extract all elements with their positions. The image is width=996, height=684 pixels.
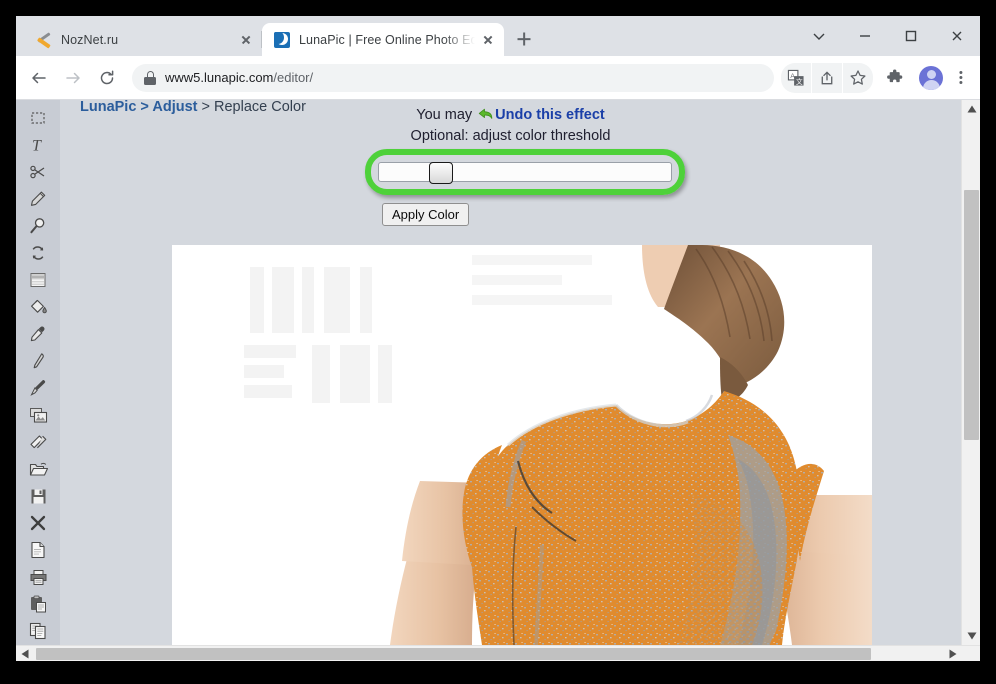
window-controls — [796, 16, 980, 56]
tab-title: NozNet.ru — [61, 32, 119, 47]
browser-toolbar: www5.lunapic.com/editor/ A 文 — [16, 56, 980, 100]
image-canvas[interactable] — [172, 245, 872, 645]
scroll-left-button[interactable] — [16, 646, 33, 661]
maximize-icon[interactable] — [888, 16, 934, 56]
save-floppy-icon[interactable] — [21, 483, 55, 510]
eraser-icon[interactable] — [21, 429, 55, 456]
scroll-right-button[interactable] — [944, 646, 961, 661]
marquee-select-icon[interactable] — [21, 104, 55, 131]
undo-line: You may Undo this effect — [60, 106, 961, 127]
printer-icon[interactable] — [21, 564, 55, 591]
threshold-hint: Optional: adjust color threshold — [410, 128, 611, 144]
toolbar-actions: A 文 — [780, 62, 972, 93]
close-x-icon[interactable] — [21, 510, 55, 537]
new-tab-button[interactable] — [510, 25, 538, 53]
color-threshold-slider[interactable] — [378, 162, 672, 184]
magnifier-zoom-icon[interactable] — [21, 212, 55, 239]
url-path: /editor/ — [273, 70, 314, 85]
vertical-scrollbar[interactable] — [961, 100, 980, 645]
browser-window: NozNet.ru LunaPic | Free Online Photo Ed… — [16, 16, 980, 661]
clipboard-paste-icon[interactable] — [21, 591, 55, 618]
browser-tab-noznet[interactable]: NozNet.ru — [24, 23, 262, 56]
forward-arrow-icon[interactable] — [58, 63, 88, 93]
eyedropper-icon[interactable] — [21, 320, 55, 347]
back-arrow-icon[interactable] — [24, 63, 54, 93]
tab-strip: NozNet.ru LunaPic | Free Online Photo Ed… — [16, 16, 980, 56]
scissors-cut-icon[interactable] — [21, 158, 55, 185]
svg-text:T: T — [32, 137, 42, 154]
page-viewport: T LunaPic > Adjust > Replace Color You m… — [16, 100, 980, 661]
calligraphy-pen-icon[interactable] — [21, 347, 55, 374]
scroll-down-button[interactable] — [962, 627, 980, 645]
slider-thumb[interactable] — [429, 162, 453, 184]
undo-arrow-icon[interactable] — [478, 108, 493, 127]
chevron-down-icon[interactable] — [796, 16, 842, 56]
text-tool-icon[interactable]: T — [21, 131, 55, 158]
share-icon[interactable] — [812, 62, 842, 93]
minimize-icon[interactable] — [842, 16, 888, 56]
new-document-icon[interactable] — [21, 537, 55, 564]
undo-prefix-text: You may — [416, 107, 477, 123]
lock-icon — [144, 70, 156, 85]
url-host: www5.lunapic.com — [165, 70, 274, 85]
bookmark-star-icon[interactable] — [843, 62, 873, 93]
gradient-fade-icon[interactable] — [21, 266, 55, 293]
lunapic-tool-palette: T — [16, 100, 60, 645]
lunapic-moon-icon — [274, 31, 290, 48]
paint-bucket-icon[interactable] — [21, 293, 55, 320]
close-tab-button[interactable] — [479, 31, 496, 48]
scroll-up-button[interactable] — [962, 100, 980, 118]
address-bar[interactable]: www5.lunapic.com/editor/ — [132, 63, 774, 92]
paintbrush-icon[interactable] — [21, 374, 55, 401]
tab-title: LunaPic | Free Online Photo Editor — [299, 32, 475, 47]
horizontal-scrollbar-thumb[interactable] — [36, 648, 871, 660]
extensions-puzzle-icon[interactable] — [880, 63, 910, 93]
undo-effect-link[interactable]: Undo this effect — [495, 107, 605, 123]
pencil-icon[interactable] — [21, 185, 55, 212]
rotate-refresh-icon[interactable] — [21, 239, 55, 266]
translate-icon[interactable]: A 文 — [781, 62, 811, 93]
layers-images-icon[interactable] — [21, 402, 55, 429]
vertical-scrollbar-thumb[interactable] — [964, 190, 979, 440]
lunapic-page-content: LunaPic > Adjust > Replace Color You may… — [60, 100, 961, 645]
edited-photo — [172, 245, 872, 645]
profile-avatar[interactable] — [919, 65, 943, 90]
desktop-background: NozNet.ru LunaPic | Free Online Photo Ed… — [0, 0, 996, 684]
apply-color-button[interactable]: Apply Color — [382, 203, 470, 226]
close-tab-button[interactable] — [237, 31, 254, 48]
copy-icon[interactable] — [21, 618, 55, 645]
tools-icon — [36, 32, 52, 48]
effect-instructions: You may Undo this effect Optional: adjus… — [60, 106, 961, 146]
horizontal-scrollbar[interactable] — [16, 645, 980, 661]
three-dot-menu-icon[interactable] — [950, 63, 972, 93]
reload-icon[interactable] — [92, 63, 122, 93]
svg-text:文: 文 — [796, 76, 803, 85]
browser-tab-lunapic[interactable]: LunaPic | Free Online Photo Editor — [262, 23, 504, 56]
open-folder-icon[interactable] — [21, 456, 55, 483]
close-icon[interactable] — [934, 16, 980, 56]
